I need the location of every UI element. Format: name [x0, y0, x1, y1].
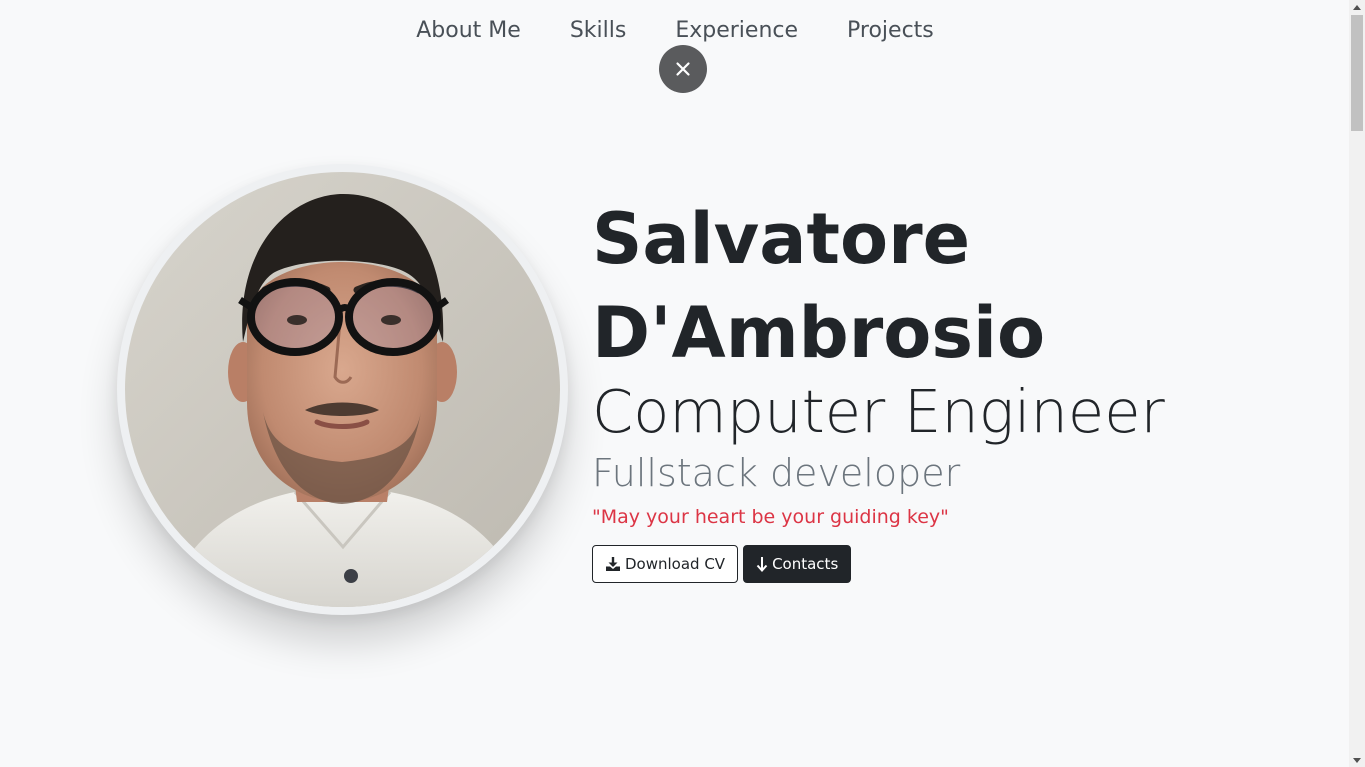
scroll-up-arrow-icon[interactable]: [1349, 0, 1365, 14]
name-last: D'Ambrosio: [592, 292, 1046, 374]
nav-link-about-me[interactable]: About Me: [415, 18, 521, 43]
download-cv-button[interactable]: Download CV: [592, 545, 739, 583]
nav-link-experience[interactable]: Experience: [674, 18, 798, 43]
close-button[interactable]: [659, 45, 707, 93]
nav-link-projects[interactable]: Projects: [846, 18, 934, 43]
profile-photo: [125, 172, 560, 607]
download-icon: [606, 557, 620, 571]
close-icon: [676, 62, 690, 76]
vertical-scrollbar[interactable]: [1349, 0, 1365, 767]
scrollbar-thumb[interactable]: [1351, 15, 1363, 131]
contacts-button[interactable]: Contacts: [743, 545, 852, 583]
motto-quote: "May your heart be your guiding key": [592, 506, 949, 528]
top-nav: About Me Skills Experience Projects: [0, 18, 1349, 43]
name-first: Salvatore: [592, 198, 971, 280]
hero-text: Salvatore D'Ambrosio Computer Engineer F…: [592, 192, 1292, 583]
role-title: Computer Engineer: [592, 377, 1165, 446]
profile-photo-frame: [117, 164, 568, 615]
nav-link-skills[interactable]: Skills: [569, 18, 627, 43]
arrow-down-icon: [756, 557, 768, 572]
contacts-label: Contacts: [772, 555, 839, 573]
hero-buttons: Download CV Contacts: [592, 545, 1292, 583]
page: About Me Skills Experience Projects Salv…: [0, 0, 1365, 767]
download-cv-label: Download CV: [625, 555, 726, 573]
role-subtitle: Fullstack developer: [592, 451, 961, 495]
scroll-down-arrow-icon[interactable]: [1349, 753, 1365, 767]
name-heading: Salvatore D'Ambrosio: [592, 192, 1292, 380]
